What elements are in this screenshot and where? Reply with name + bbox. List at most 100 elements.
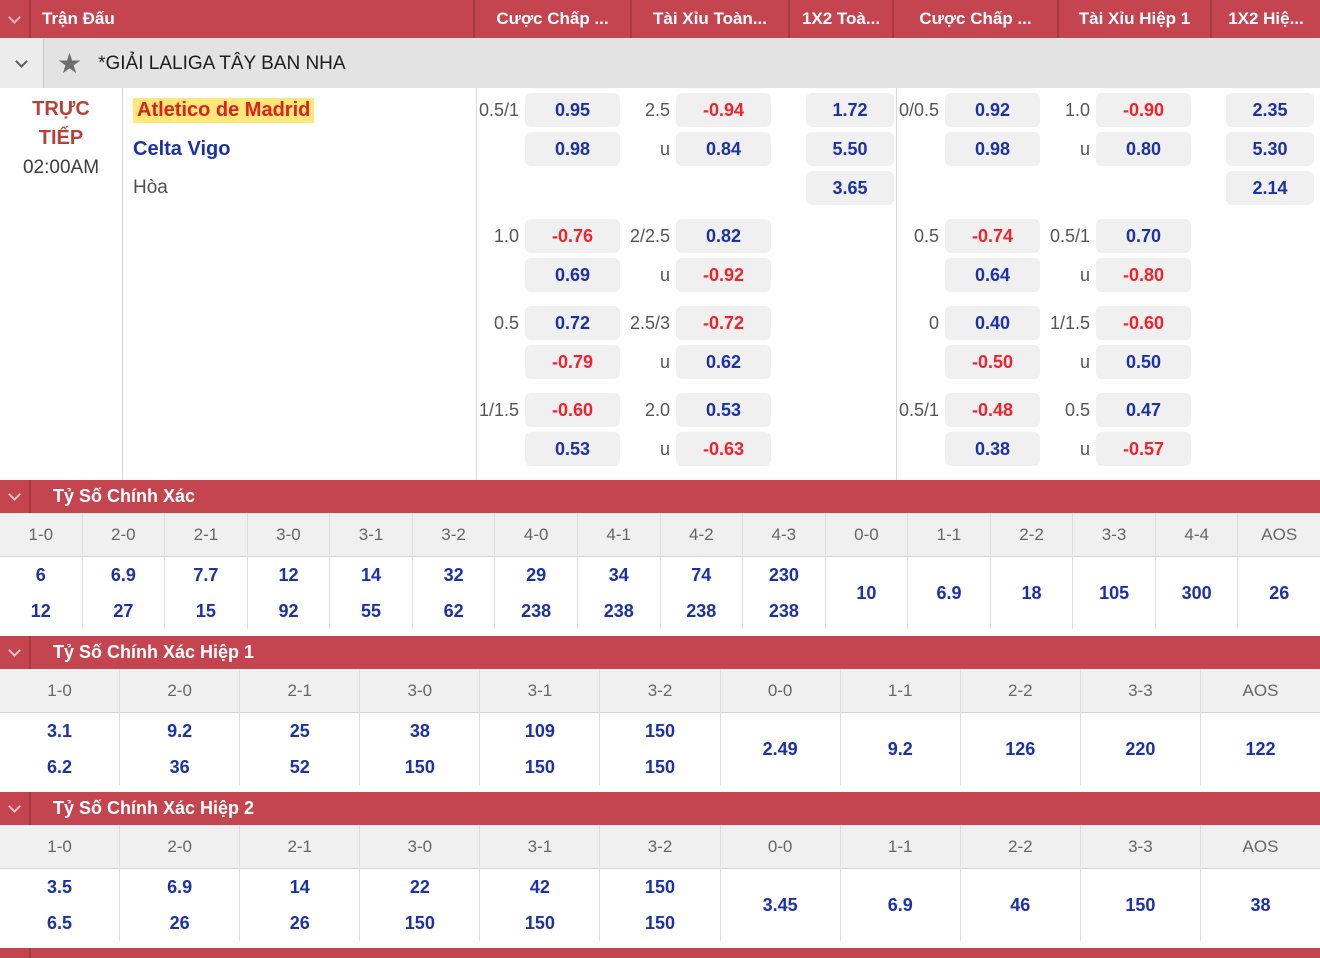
odds-value[interactable]: 22 xyxy=(360,869,479,905)
odds-value[interactable]: 150 xyxy=(1081,869,1200,941)
collapse-all-button[interactable] xyxy=(0,0,31,38)
odds-button[interactable]: 5.50 xyxy=(806,132,894,166)
odds-button[interactable]: 3.65 xyxy=(806,171,894,205)
odds-value[interactable]: 238 xyxy=(743,593,825,629)
odds-value[interactable]: 238 xyxy=(495,593,577,629)
odds-button[interactable]: -0.60 xyxy=(525,393,620,427)
odds-value[interactable]: 150 xyxy=(600,713,719,749)
odds-value[interactable]: 10 xyxy=(826,557,908,629)
odds-button[interactable]: 1.72 xyxy=(806,93,894,127)
odds-button[interactable]: -0.74 xyxy=(945,219,1040,253)
odds-value[interactable]: 29 xyxy=(495,557,577,593)
odds-value[interactable]: 6 xyxy=(0,557,82,593)
odds-value[interactable]: 36 xyxy=(120,749,239,785)
odds-value[interactable]: 38 xyxy=(1201,869,1320,941)
odds-value[interactable]: 3.1 xyxy=(0,713,119,749)
odds-value[interactable]: 126 xyxy=(961,713,1080,785)
odds-value[interactable]: 14 xyxy=(330,557,412,593)
odds-button[interactable]: 0.98 xyxy=(945,132,1040,166)
odds-value[interactable]: 105 xyxy=(1073,557,1155,629)
odds-value[interactable]: 27 xyxy=(83,593,165,629)
home-team-name[interactable]: Atletico de Madrid xyxy=(133,97,315,123)
odds-button[interactable]: 0.70 xyxy=(1096,219,1191,253)
odds-value[interactable]: 34 xyxy=(578,557,660,593)
odds-button[interactable]: 0.72 xyxy=(525,306,620,340)
collapse-section-button[interactable] xyxy=(0,636,31,669)
odds-value[interactable]: 9.2 xyxy=(841,713,960,785)
odds-value[interactable]: 92 xyxy=(248,593,330,629)
odds-value[interactable]: 55 xyxy=(330,593,412,629)
odds-value[interactable]: 6.9 xyxy=(841,869,960,941)
odds-value[interactable]: 25 xyxy=(240,713,359,749)
odds-button[interactable]: 0.80 xyxy=(1096,132,1191,166)
odds-value[interactable]: 220 xyxy=(1081,713,1200,785)
odds-button[interactable]: 0.64 xyxy=(945,258,1040,292)
odds-value[interactable]: 6.2 xyxy=(0,749,119,785)
collapse-league-button[interactable] xyxy=(0,39,44,88)
odds-value[interactable]: 9.2 xyxy=(120,713,239,749)
away-team-name[interactable]: Celta Vigo xyxy=(133,138,230,161)
odds-value[interactable]: 26 xyxy=(120,905,239,941)
odds-value[interactable]: 42 xyxy=(480,869,599,905)
odds-button[interactable]: 0.53 xyxy=(676,393,771,427)
odds-button[interactable]: 0.38 xyxy=(945,432,1040,466)
odds-button[interactable]: 0.62 xyxy=(676,345,771,379)
odds-button[interactable]: 0.50 xyxy=(1096,345,1191,379)
odds-button[interactable]: -0.76 xyxy=(525,219,620,253)
odds-value[interactable]: 6.5 xyxy=(0,905,119,941)
odds-button[interactable]: -0.60 xyxy=(1096,306,1191,340)
odds-value[interactable]: 122 xyxy=(1201,713,1320,785)
odds-value[interactable]: 3.45 xyxy=(721,869,840,941)
odds-value[interactable]: 150 xyxy=(600,869,719,905)
odds-button[interactable]: 0.95 xyxy=(525,93,620,127)
odds-value[interactable]: 230 xyxy=(743,557,825,593)
odds-value[interactable]: 14 xyxy=(240,869,359,905)
odds-value[interactable]: 150 xyxy=(480,749,599,785)
odds-value[interactable]: 6.9 xyxy=(120,869,239,905)
odds-button[interactable]: -0.57 xyxy=(1096,432,1191,466)
odds-value[interactable]: 109 xyxy=(480,713,599,749)
odds-value[interactable]: 12 xyxy=(248,557,330,593)
odds-value[interactable]: 26 xyxy=(240,905,359,941)
odds-value[interactable]: 6.9 xyxy=(908,557,990,629)
odds-value[interactable]: 52 xyxy=(240,749,359,785)
odds-button[interactable]: -0.72 xyxy=(676,306,771,340)
odds-value[interactable]: 7.7 xyxy=(165,557,247,593)
odds-button[interactable]: -0.79 xyxy=(525,345,620,379)
collapse-section-button[interactable] xyxy=(0,792,31,825)
odds-value[interactable]: 26 xyxy=(1238,557,1320,629)
odds-value[interactable]: 18 xyxy=(991,557,1073,629)
odds-button[interactable]: 0.53 xyxy=(525,432,620,466)
odds-button[interactable]: 5.30 xyxy=(1226,132,1314,166)
odds-button[interactable]: 2.14 xyxy=(1226,171,1314,205)
odds-value[interactable]: 300 xyxy=(1156,557,1238,629)
favorite-star-icon[interactable]: ★ xyxy=(57,39,82,88)
odds-button[interactable]: -0.90 xyxy=(1096,93,1191,127)
odds-button[interactable]: 0.69 xyxy=(525,258,620,292)
odds-value[interactable]: 238 xyxy=(661,593,743,629)
odds-button[interactable]: 2.35 xyxy=(1226,93,1314,127)
odds-button[interactable]: 0.40 xyxy=(945,306,1040,340)
odds-value[interactable]: 38 xyxy=(360,713,479,749)
odds-button[interactable]: 0.84 xyxy=(676,132,771,166)
collapse-section-button[interactable] xyxy=(0,948,31,958)
odds-button[interactable]: -0.48 xyxy=(945,393,1040,427)
odds-button[interactable]: 0.92 xyxy=(945,93,1040,127)
odds-button[interactable]: 0.47 xyxy=(1096,393,1191,427)
odds-button[interactable]: -0.92 xyxy=(676,258,771,292)
odds-value[interactable]: 6.9 xyxy=(83,557,165,593)
odds-value[interactable]: 150 xyxy=(600,905,719,941)
odds-value[interactable]: 15 xyxy=(165,593,247,629)
odds-value[interactable]: 2.49 xyxy=(721,713,840,785)
odds-value[interactable]: 238 xyxy=(578,593,660,629)
odds-button[interactable]: 0.82 xyxy=(676,219,771,253)
odds-value[interactable]: 74 xyxy=(661,557,743,593)
odds-value[interactable]: 3.5 xyxy=(0,869,119,905)
odds-value[interactable]: 150 xyxy=(480,905,599,941)
odds-value[interactable]: 150 xyxy=(600,749,719,785)
odds-button[interactable]: 0.98 xyxy=(525,132,620,166)
odds-value[interactable]: 46 xyxy=(961,869,1080,941)
odds-value[interactable]: 62 xyxy=(413,593,495,629)
odds-button[interactable]: -0.50 xyxy=(945,345,1040,379)
odds-button[interactable]: -0.80 xyxy=(1096,258,1191,292)
